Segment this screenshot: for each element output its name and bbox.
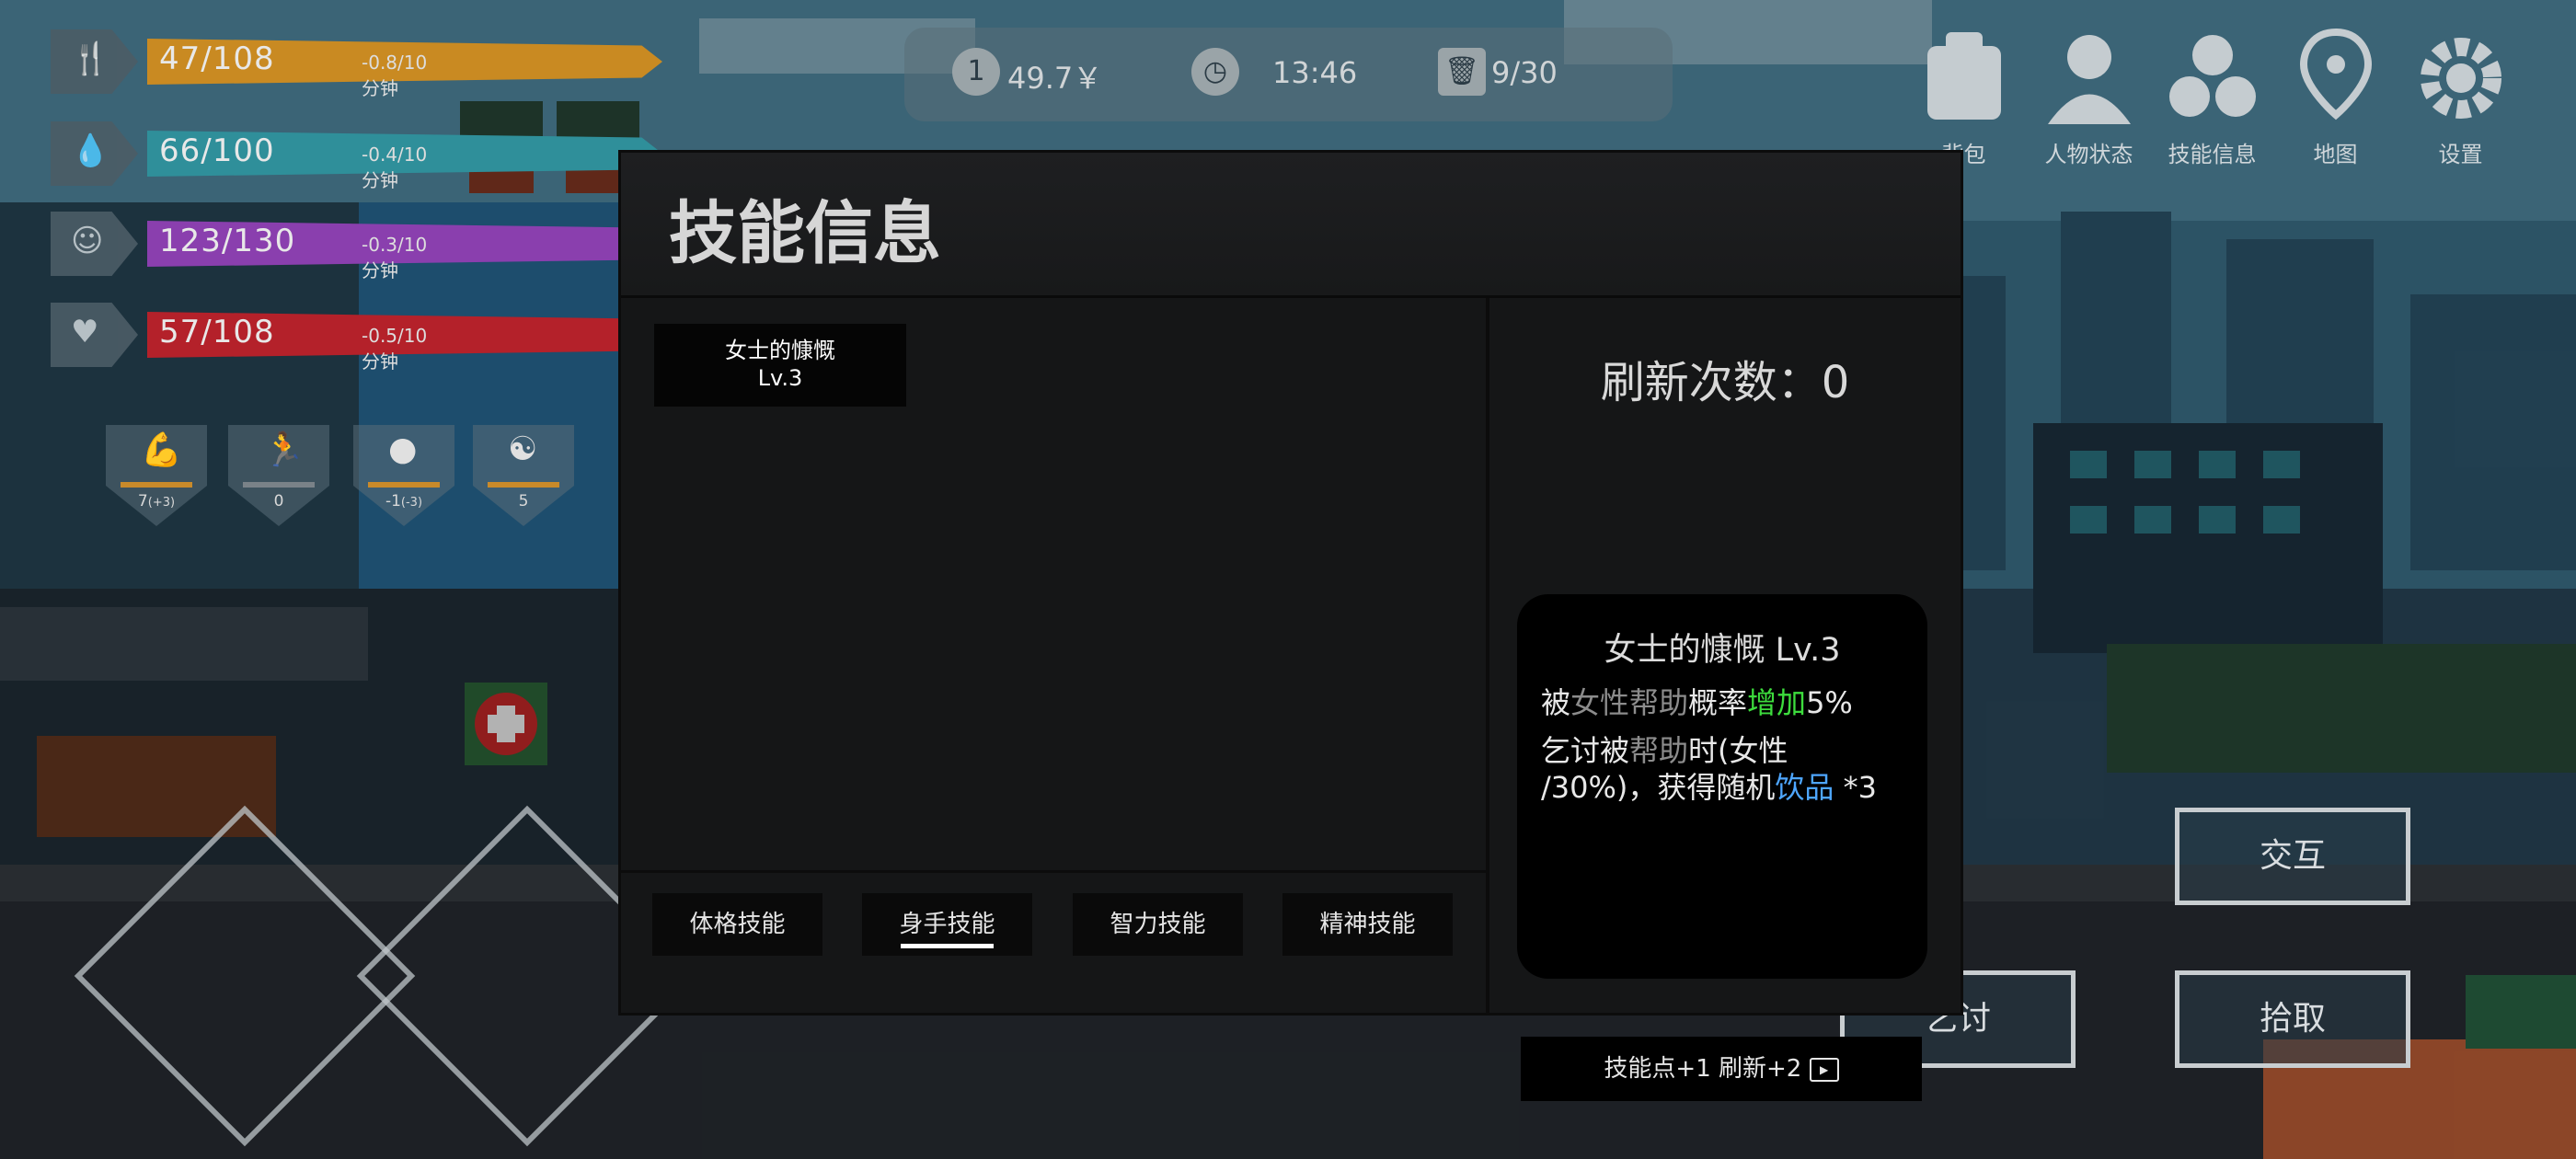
menu-map-button[interactable]: 地图 xyxy=(2278,28,2393,184)
strength-value: 7 xyxy=(137,492,148,511)
health-value: 57/108 xyxy=(159,314,275,350)
skill-point-refresh-button[interactable]: 技能点+1 刷新+2 ▶ xyxy=(1521,1037,1922,1101)
text-segment: 乞讨被 xyxy=(1541,733,1630,768)
text-segment: 被 xyxy=(1541,685,1571,720)
skill-effect-line-2: 乞讨被帮助时(女性/30%)，获得随机饮品 *3 xyxy=(1541,732,1909,806)
map-icon xyxy=(2299,28,2372,120)
text-segment: 饮品 xyxy=(1775,770,1834,805)
coin-icon: 1 xyxy=(952,48,1000,96)
muscle-icon: 💪 xyxy=(141,431,182,469)
text-segment: 帮助 xyxy=(1629,733,1689,768)
skill-tabs: 体格技能 身手技能 智力技能 精神技能 xyxy=(621,870,1486,1016)
clock-icon: ◷ xyxy=(1191,48,1239,96)
mood-value: 123/130 xyxy=(159,223,296,259)
intelligence-value: -1 xyxy=(385,492,401,511)
menu-settings-label: 设置 xyxy=(2438,142,2483,167)
agility-attribute[interactable]: 🏃 0 xyxy=(228,425,329,526)
hunger-rate: -0.8/10分钟 xyxy=(362,52,428,99)
time-value: 13:46 xyxy=(1272,55,1358,90)
skill-description-box: 女士的慷慨 Lv.3 被女性帮助概率增加5% 乞讨被帮助时(女性/30%)，获得… xyxy=(1517,594,1927,979)
trash-bin-icon: 🗑 xyxy=(1438,48,1486,96)
refresh-count: 刷新次数：0 xyxy=(1600,357,1850,408)
trash-count: 9/30 xyxy=(1491,55,1558,90)
health-rate: -0.5/10分钟 xyxy=(362,325,428,373)
tab-physique-skills[interactable]: 体格技能 xyxy=(652,893,822,956)
skill-detail-title: 女士的慷慨 Lv.3 xyxy=(1604,632,1841,669)
text-segment: 时(女性 xyxy=(1688,733,1788,768)
top-info-bar: 1 49.7￥ ◷ 13:46 🗑 9/30 xyxy=(904,28,1673,121)
pickup-button[interactable]: 拾取 xyxy=(2175,970,2410,1068)
strength-bonus: (+3) xyxy=(147,496,176,510)
meditation-icon: ☯ xyxy=(508,430,538,468)
interact-button[interactable]: 交互 xyxy=(2175,808,2410,905)
skill-card-name: 女士的慷慨 xyxy=(725,338,835,363)
menu-settings-button[interactable]: 设置 xyxy=(2403,28,2518,184)
intelligence-bonus: (-3) xyxy=(400,496,423,510)
skill-card-level: Lv.3 xyxy=(757,365,803,391)
modal-header: 技能信息 xyxy=(621,153,1961,298)
intelligence-attribute[interactable]: ● -1(-3) xyxy=(353,425,454,526)
menu-skills-button[interactable]: 技能信息 xyxy=(2155,28,2270,184)
text-segment: 增加 xyxy=(1747,685,1807,720)
text-segment: 概率 xyxy=(1688,685,1748,720)
spirit-value: 5 xyxy=(518,492,529,511)
skill-detail-pane: 刷新次数：0 女士的慷慨 Lv.3 被女性帮助概率增加5% 乞讨被帮助时(女性 /… xyxy=(1489,298,1961,1101)
mood-rate: -0.3/10分钟 xyxy=(362,234,428,281)
menu-character-status-label: 人物状态 xyxy=(2044,142,2133,167)
text-segment: 女性帮助 xyxy=(1570,685,1689,720)
text-segment: *3 xyxy=(1834,770,1877,805)
tab-spirit-skills[interactable]: 精神技能 xyxy=(1282,893,1453,956)
tab-intelligence-skills[interactable]: 智力技能 xyxy=(1073,893,1243,956)
skills-icon xyxy=(2168,35,2256,117)
running-icon: 🏃 xyxy=(263,431,305,469)
backpack-icon xyxy=(1926,32,2001,120)
skill-effect-line-1: 被女性帮助概率增加5% xyxy=(1541,684,1909,721)
text-segment: /30%)，获得随机 xyxy=(1541,770,1776,805)
person-icon xyxy=(2047,35,2131,124)
head-icon: ● xyxy=(388,430,418,468)
modal-title: 技能信息 xyxy=(669,194,941,273)
menu-character-status-button[interactable]: 人物状态 xyxy=(2031,28,2146,184)
video-ad-icon: ▶ xyxy=(1809,1057,1839,1082)
skill-card[interactable]: 女士的慷慨 Lv.3 xyxy=(654,324,906,407)
active-tab-indicator xyxy=(901,944,994,948)
strength-attribute[interactable]: 💪 7(+3) xyxy=(106,425,207,526)
thirst-rate: -0.4/10分钟 xyxy=(362,143,428,191)
hunger-value: 47/108 xyxy=(159,40,275,77)
thirst-value: 66/100 xyxy=(159,132,275,169)
skill-info-modal: 技能信息 女士的慷慨 Lv.3 体格技能 身手技能 智力技能 精神技能 刷新次数… xyxy=(618,150,1963,1101)
agility-value: 0 xyxy=(273,492,284,511)
tab-agility-skills[interactable]: 身手技能 xyxy=(862,893,1032,956)
menu-skills-label: 技能信息 xyxy=(2168,142,2257,167)
spirit-attribute[interactable]: ☯ 5 xyxy=(473,425,574,526)
gear-icon xyxy=(2420,38,2501,119)
menu-map-label: 地图 xyxy=(2313,142,2358,167)
text-segment: 5% xyxy=(1806,685,1853,720)
skill-point-refresh-label: 技能点+1 刷新+2 xyxy=(1604,1055,1802,1083)
tab-agility-skills-label: 身手技能 xyxy=(899,911,995,938)
money-value: 49.7￥ xyxy=(1007,61,1103,96)
